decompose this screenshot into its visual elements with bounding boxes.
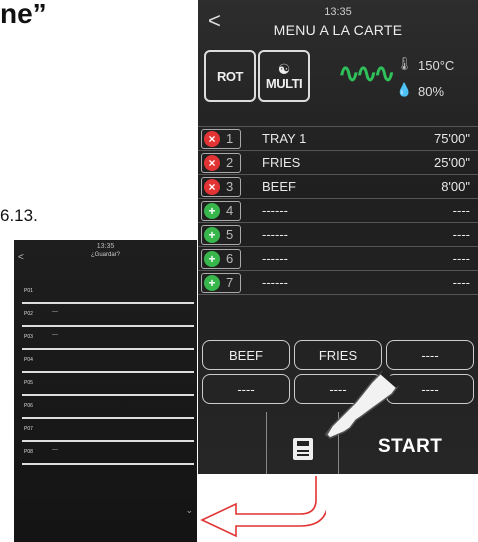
clock: 13:35 (324, 6, 352, 18)
tray-2-toggle[interactable]: × 2 (201, 153, 241, 173)
program-row[interactable]: P06 (22, 395, 194, 419)
tray-number: 4 (226, 203, 234, 218)
save-screen-title: ¿Guardar? (90, 252, 120, 258)
tray-time: 75'00" (433, 131, 470, 146)
document-ref-fragment: 6.13. (0, 206, 38, 225)
tray-row: +4 ------ ---- (198, 198, 478, 222)
tray-time: ---- (452, 227, 470, 242)
tray-3-toggle[interactable]: × 3 (201, 177, 241, 197)
tray-name: BEEF (262, 179, 296, 194)
program-name: P08 (24, 449, 33, 455)
pointing-hand-icon (325, 370, 400, 439)
footer-divider-1 (266, 412, 267, 474)
tray-number: 5 (226, 227, 234, 242)
add-icon: + (204, 251, 220, 267)
steam-icon[interactable]: ∿∿∿ (338, 58, 395, 89)
tray-7-toggle[interactable]: +7 (201, 273, 241, 293)
program-name: P06 (24, 403, 33, 409)
program-row[interactable]: P03 — (22, 326, 194, 350)
chef-hat-icon: ☯ (277, 60, 291, 77)
recipe-button-3[interactable]: ---- (386, 340, 474, 370)
tray-row: +6 ------ ---- (198, 246, 478, 270)
tray-name: FRIES (262, 155, 301, 170)
tray-row: × 1 TRAY 1 75'00" (198, 126, 478, 150)
program-name: P05 (24, 380, 33, 386)
remove-icon: × (204, 155, 220, 171)
tray-row: +7 ------ ---- (198, 270, 478, 295)
multi-mode-label: MULTI (265, 75, 303, 91)
tray-time: ---- (452, 203, 470, 218)
program-value: — (52, 447, 58, 453)
program-row[interactable]: P01 (22, 280, 194, 304)
recipe-button-1[interactable]: BEEF (202, 340, 290, 370)
add-icon: + (204, 203, 220, 219)
program-value: — (52, 309, 58, 315)
multi-mode-button[interactable]: ☯ MULTI (258, 50, 310, 102)
program-value: — (52, 332, 58, 338)
humidity-drop-icon: 💧 (396, 82, 413, 97)
save-program-screen: < 13:35 ¿Guardar? P01 P02— P03— P04 P05 P06 P0… (14, 240, 197, 542)
program-row[interactable]: P05 (22, 372, 194, 396)
tray-time: 25'00" (433, 155, 470, 170)
chevron-down-icon[interactable]: ⌄ (185, 505, 193, 516)
tray-5-toggle[interactable]: +5 (201, 225, 241, 245)
tray-list: × 1 TRAY 1 75'00" × 2 FRIES 25'00" × 3 BEEF 8'00" +4… (198, 126, 478, 295)
program-name: P02 (24, 311, 33, 317)
remove-icon: × (204, 179, 220, 195)
add-icon: + (204, 275, 220, 291)
tray-name: ------ (262, 251, 288, 266)
add-icon: + (204, 227, 220, 243)
thermometer-icon: 🌡 (396, 56, 413, 71)
red-arrow-icon (200, 476, 326, 538)
rot-mode-button[interactable]: ROT (204, 50, 256, 102)
tray-time: 8'00" (441, 179, 470, 194)
program-row[interactable]: P08 — (22, 441, 194, 465)
tray-name: ------ (262, 227, 288, 242)
tray-number: 6 (226, 251, 234, 266)
rot-mode-label: ROT (217, 68, 243, 84)
program-name: P07 (24, 426, 33, 432)
screen-title: MENU A LA CARTE (273, 22, 403, 38)
tray-time: ---- (452, 275, 470, 290)
tray-number: 3 (226, 179, 234, 194)
tray-6-toggle[interactable]: +6 (201, 249, 241, 269)
tray-4-toggle[interactable]: +4 (201, 201, 241, 221)
humidity-value: 80% (418, 84, 445, 99)
save-icon[interactable] (293, 438, 313, 460)
recipe-button-4[interactable]: ---- (202, 374, 290, 404)
clock-small: 13:35 (96, 243, 115, 250)
tray-time: ---- (452, 251, 470, 266)
tray-name: ------ (262, 203, 288, 218)
tray-number: 7 (226, 275, 234, 290)
program-name: P01 (24, 288, 33, 294)
tray-1-toggle[interactable]: × 1 (201, 129, 241, 149)
tray-row: +5 ------ ---- (198, 222, 478, 246)
tray-name: TRAY 1 (262, 131, 307, 146)
document-heading-fragment: ne” (0, 0, 47, 29)
tray-number: 1 (226, 131, 234, 146)
remove-icon: × (204, 131, 220, 147)
recipe-button-2[interactable]: FRIES (294, 340, 382, 370)
program-row[interactable]: P02 — (22, 303, 194, 327)
program-name: P04 (24, 357, 33, 363)
temperature-value: 150°C (418, 58, 455, 73)
tray-number: 2 (226, 155, 234, 170)
program-row[interactable]: P07 (22, 418, 194, 442)
program-name: P03 (24, 334, 33, 340)
program-row[interactable]: P04 (22, 349, 194, 373)
tray-row: × 3 BEEF 8'00" (198, 174, 478, 198)
tray-row: × 2 FRIES 25'00" (198, 150, 478, 174)
tray-name: ------ (262, 275, 288, 290)
